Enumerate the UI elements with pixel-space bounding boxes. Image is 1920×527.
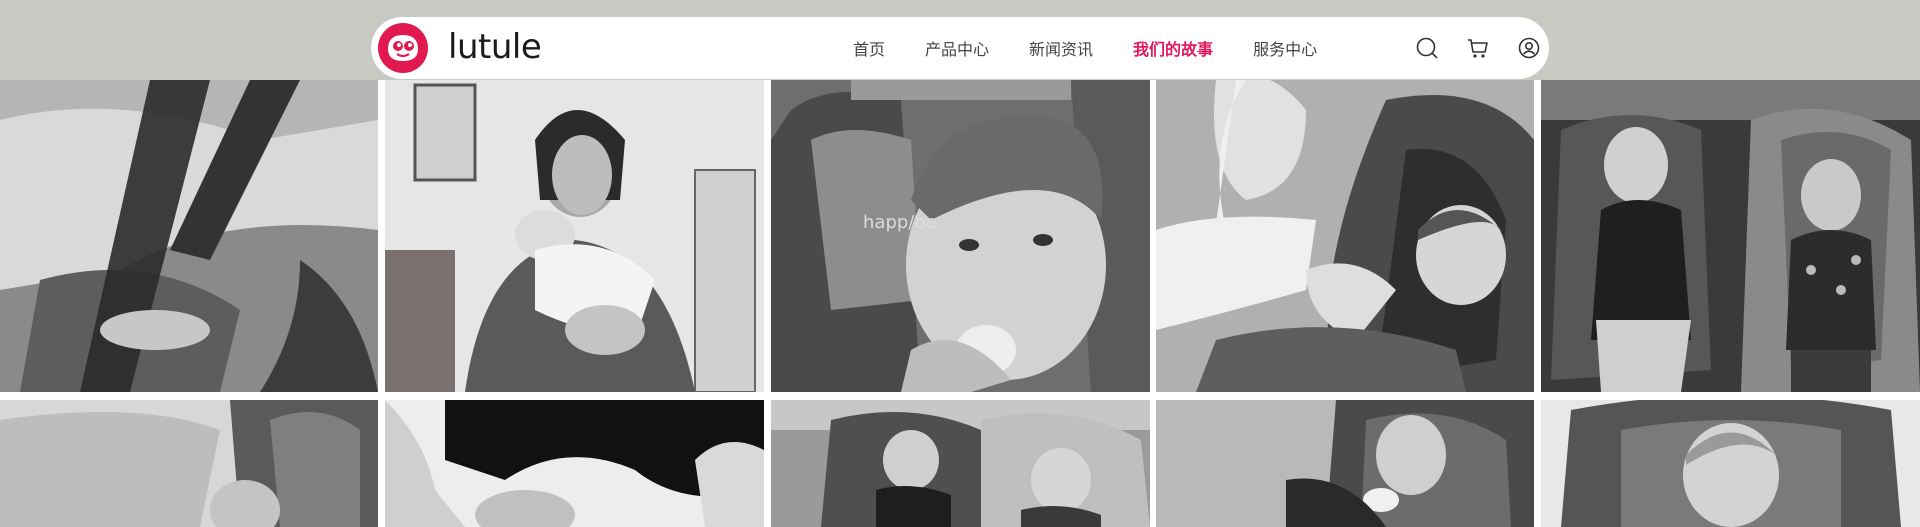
gallery-photo[interactable] (1156, 400, 1534, 527)
nav-item-home[interactable]: 首页 (853, 36, 885, 60)
gallery-photo[interactable] (0, 80, 378, 392)
nav-item-news[interactable]: 新闻资讯 (1029, 36, 1093, 60)
photo-gallery: happ/be (0, 80, 1920, 527)
page: happ/be lutule 首页 产品中心 新闻资讯 我们的故事 服务中心 (0, 0, 1920, 527)
nav-item-products[interactable]: 产品中心 (925, 36, 989, 60)
brand-face-logo-icon (378, 23, 428, 73)
gallery-photo[interactable] (1156, 80, 1534, 392)
user-icon[interactable] (1517, 36, 1541, 60)
gallery-photo[interactable] (1541, 400, 1920, 527)
search-icon[interactable] (1415, 36, 1439, 60)
gallery-photo[interactable] (771, 400, 1150, 527)
svg-text:happ/be: happ/be (863, 212, 937, 233)
brand-logo[interactable]: lutule (378, 23, 542, 73)
cart-icon[interactable] (1466, 36, 1490, 60)
nav-item-service[interactable]: 服务中心 (1253, 36, 1317, 60)
gallery-photo[interactable] (1541, 80, 1920, 392)
top-navbar: lutule 首页 产品中心 新闻资讯 我们的故事 服务中心 (371, 17, 1549, 79)
brand-name: lutule (448, 27, 542, 67)
nav-item-our-story[interactable]: 我们的故事 (1133, 36, 1213, 60)
gallery-photo[interactable] (0, 400, 378, 527)
header-actions (1415, 17, 1541, 79)
gallery-photo[interactable] (385, 80, 764, 392)
main-menu: 首页 产品中心 新闻资讯 我们的故事 服务中心 (853, 17, 1357, 79)
gallery-photo[interactable] (385, 400, 764, 527)
gallery-photo[interactable]: happ/be (771, 80, 1150, 392)
